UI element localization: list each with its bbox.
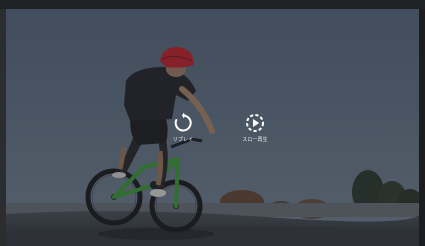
video-stage: リプレイ スロー再生 bbox=[0, 0, 425, 246]
slow-motion-label: スロー再生 bbox=[242, 137, 268, 143]
top-strip bbox=[0, 0, 425, 9]
slow-motion-icon bbox=[244, 112, 266, 134]
replay-label: リプレイ bbox=[172, 137, 194, 143]
slow-motion-button[interactable]: スロー再生 bbox=[238, 112, 272, 143]
right-border bbox=[419, 9, 425, 246]
replay-icon bbox=[172, 112, 194, 134]
video-player[interactable]: リプレイ スロー再生 bbox=[6, 9, 419, 246]
replay-button[interactable]: リプレイ bbox=[166, 112, 200, 143]
video-frame bbox=[6, 9, 419, 246]
